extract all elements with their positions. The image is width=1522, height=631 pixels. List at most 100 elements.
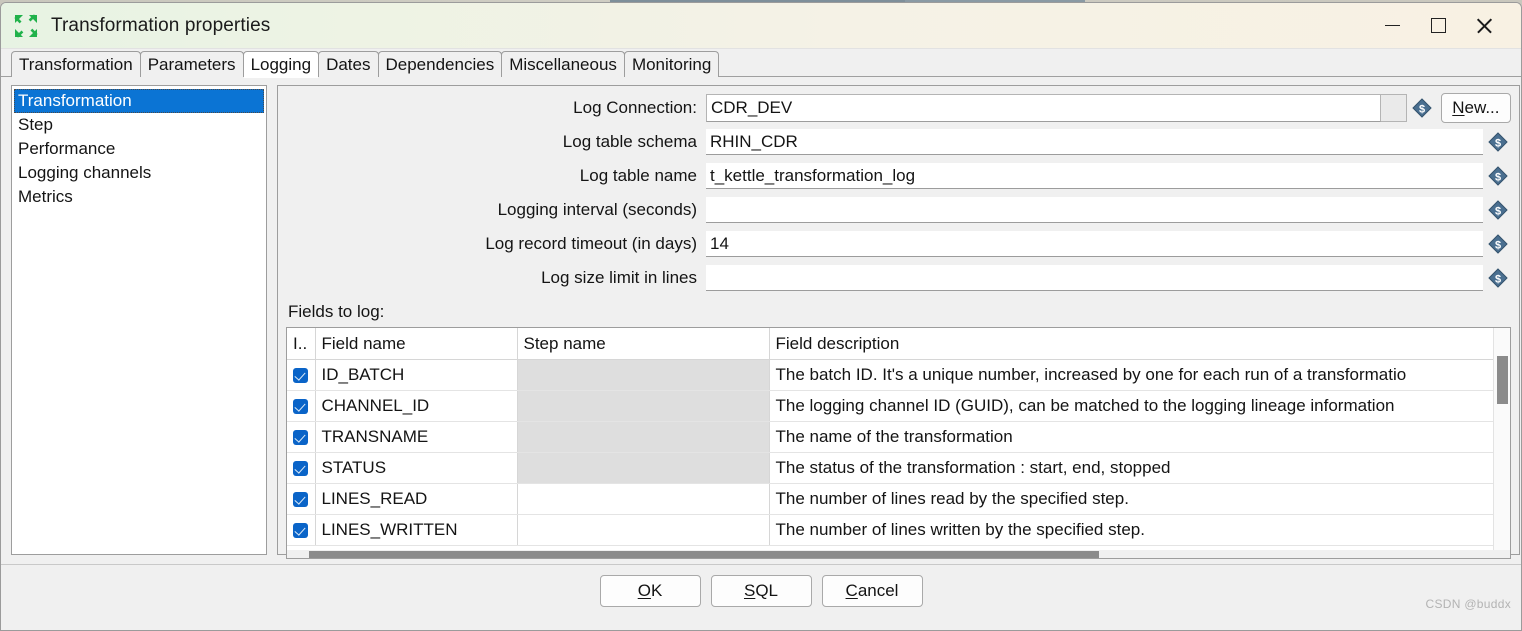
tab-label: Dates	[326, 54, 371, 74]
table-row[interactable]: TRANSNAME The name of the transformation	[287, 421, 1510, 453]
checkbox-checked-icon[interactable]	[293, 461, 308, 477]
tab-parameters[interactable]: Parameters	[139, 51, 244, 77]
tab-label: Parameters	[147, 54, 236, 74]
log-table-schema-input[interactable]	[706, 129, 1483, 155]
svg-text:$: $	[1494, 138, 1500, 150]
tab-label: Transformation	[19, 54, 133, 74]
checkbox-checked-icon[interactable]	[293, 399, 308, 415]
transform-collapse-arrows-icon	[13, 13, 39, 39]
cell-field-description[interactable]: The logging channel ID (GUID), can be ma…	[769, 390, 1510, 422]
tab-transformation[interactable]: Transformation	[11, 51, 141, 77]
tab-dependencies[interactable]: Dependencies	[377, 51, 503, 77]
tab-logging[interactable]: Logging	[242, 51, 320, 78]
cell-field-name[interactable]: STATUS	[315, 452, 518, 484]
sidebar-item-metrics[interactable]: Metrics	[14, 185, 264, 209]
minimize-button[interactable]	[1369, 3, 1415, 48]
cell-step-name[interactable]	[517, 421, 770, 453]
table-vertical-scrollbar[interactable]	[1492, 328, 1510, 558]
dialog-footer: OK SQL Cancel CSDN @buddx	[1, 564, 1521, 617]
form-row-log-connection: Log Connection: $ New...	[286, 92, 1511, 124]
cancel-mnemonic: C	[845, 581, 858, 600]
transformation-properties-window: Transformation properties Transformation…	[0, 2, 1522, 631]
checkbox-checked-icon[interactable]	[293, 492, 308, 508]
column-header-field-name[interactable]: Field name	[315, 328, 518, 360]
dollar-variable-diamond-icon[interactable]: $	[1487, 165, 1509, 187]
log-connection-dropdown-button[interactable]	[1381, 94, 1408, 122]
dollar-variable-diamond-icon[interactable]: $	[1411, 97, 1433, 119]
log-connection-input[interactable]	[706, 94, 1382, 122]
column-header-step-name[interactable]: Step name	[517, 328, 770, 360]
cell-field-name[interactable]: LINES_READ	[315, 483, 518, 515]
cell-field-description[interactable]: The batch ID. It's a unique number, incr…	[769, 359, 1510, 391]
svg-text:$: $	[1494, 172, 1500, 184]
column-header-include[interactable]: I..	[287, 328, 316, 360]
cell-step-name[interactable]	[517, 483, 770, 515]
new-connection-button[interactable]: New...	[1441, 93, 1511, 123]
checkbox-checked-icon[interactable]	[293, 430, 308, 446]
dollar-variable-diamond-icon[interactable]: $	[1487, 131, 1509, 153]
sidebar-item-performance[interactable]: Performance	[14, 137, 264, 161]
maximize-button[interactable]	[1415, 3, 1461, 48]
tab-monitoring[interactable]: Monitoring	[623, 51, 720, 77]
row-checkbox-cell[interactable]	[287, 483, 316, 515]
cell-step-name[interactable]	[517, 359, 770, 391]
screen-root: Transformation properties Transformation…	[0, 0, 1522, 631]
svg-text:$: $	[1494, 206, 1500, 218]
table-vertical-scrollbar-thumb[interactable]	[1496, 356, 1508, 404]
cell-step-name[interactable]	[517, 390, 770, 422]
checkbox-checked-icon[interactable]	[293, 368, 308, 384]
row-checkbox-cell[interactable]	[287, 359, 316, 391]
row-checkbox-cell[interactable]	[287, 452, 316, 484]
window-controls	[1369, 3, 1521, 48]
tab-miscellaneous[interactable]: Miscellaneous	[501, 51, 625, 77]
close-button[interactable]	[1461, 3, 1507, 48]
table-row[interactable]: LINES_READ The number of lines read by t…	[287, 483, 1510, 515]
cell-field-name[interactable]: CHANNEL_ID	[315, 390, 518, 422]
cell-field-name[interactable]: ID_BATCH	[315, 359, 518, 391]
form-row-log-size-limit: Log size limit in lines $	[286, 262, 1511, 294]
cell-field-description[interactable]: The number of lines written by the speci…	[769, 514, 1510, 546]
form-row-log-table-name: Log table name $	[286, 160, 1511, 192]
sql-button[interactable]: SQL	[710, 575, 812, 607]
cancel-button[interactable]: Cancel	[821, 575, 923, 607]
cell-field-description[interactable]: The number of lines read by the specifie…	[769, 483, 1510, 515]
ok-button[interactable]: OK	[599, 575, 701, 607]
ok-mnemonic: O	[637, 581, 651, 600]
log-connection-field-wrap: $ New...	[706, 93, 1511, 123]
dollar-variable-diamond-icon[interactable]: $	[1487, 233, 1509, 255]
sidebar-item-label: Step	[18, 115, 53, 134]
table-row[interactable]: ID_BATCH The batch ID. It's a unique num…	[287, 359, 1510, 391]
log-category-list[interactable]: Transformation Step Performance Logging …	[11, 85, 267, 555]
column-header-field-description[interactable]: Field description	[769, 328, 1510, 360]
table-row[interactable]: STATUS The status of the transformation …	[287, 452, 1510, 484]
sidebar-item-label: Logging channels	[18, 163, 152, 182]
maximize-icon	[1430, 18, 1446, 33]
table-row[interactable]: LINES_WRITTEN The number of lines writte…	[287, 514, 1510, 546]
log-size-limit-input[interactable]	[706, 265, 1483, 291]
row-checkbox-cell[interactable]	[287, 514, 316, 546]
cell-field-name[interactable]: TRANSNAME	[315, 421, 518, 453]
tab-dates[interactable]: Dates	[318, 51, 379, 77]
logging-interval-input[interactable]	[706, 197, 1483, 223]
cell-field-description[interactable]: The name of the transformation	[769, 421, 1510, 453]
dollar-variable-diamond-icon[interactable]: $	[1487, 267, 1509, 289]
row-checkbox-cell[interactable]	[287, 421, 316, 453]
log-record-timeout-input[interactable]	[706, 231, 1483, 257]
cell-field-name[interactable]: LINES_WRITTEN	[315, 514, 518, 546]
checkbox-checked-icon[interactable]	[293, 523, 308, 539]
sidebar-item-transformation[interactable]: Transformation	[14, 89, 264, 113]
log-record-timeout-label: Log record timeout (in days)	[485, 234, 697, 253]
log-table-name-input[interactable]	[706, 163, 1483, 189]
minimize-icon	[1384, 25, 1400, 26]
cell-step-name[interactable]	[517, 452, 770, 484]
cell-step-name[interactable]	[517, 514, 770, 546]
table-row[interactable]: CHANNEL_ID The logging channel ID (GUID)…	[287, 390, 1510, 422]
row-checkbox-cell[interactable]	[287, 390, 316, 422]
table-horizontal-scrollbar[interactable]	[287, 550, 1510, 558]
table-horizontal-scrollbar-thumb[interactable]	[309, 551, 1099, 558]
dollar-variable-diamond-icon[interactable]: $	[1487, 199, 1509, 221]
sidebar-item-logging-channels[interactable]: Logging channels	[14, 161, 264, 185]
ok-label-rest: K	[650, 581, 663, 600]
sidebar-item-step[interactable]: Step	[14, 113, 264, 137]
cell-field-description[interactable]: The status of the transformation : start…	[769, 452, 1510, 484]
